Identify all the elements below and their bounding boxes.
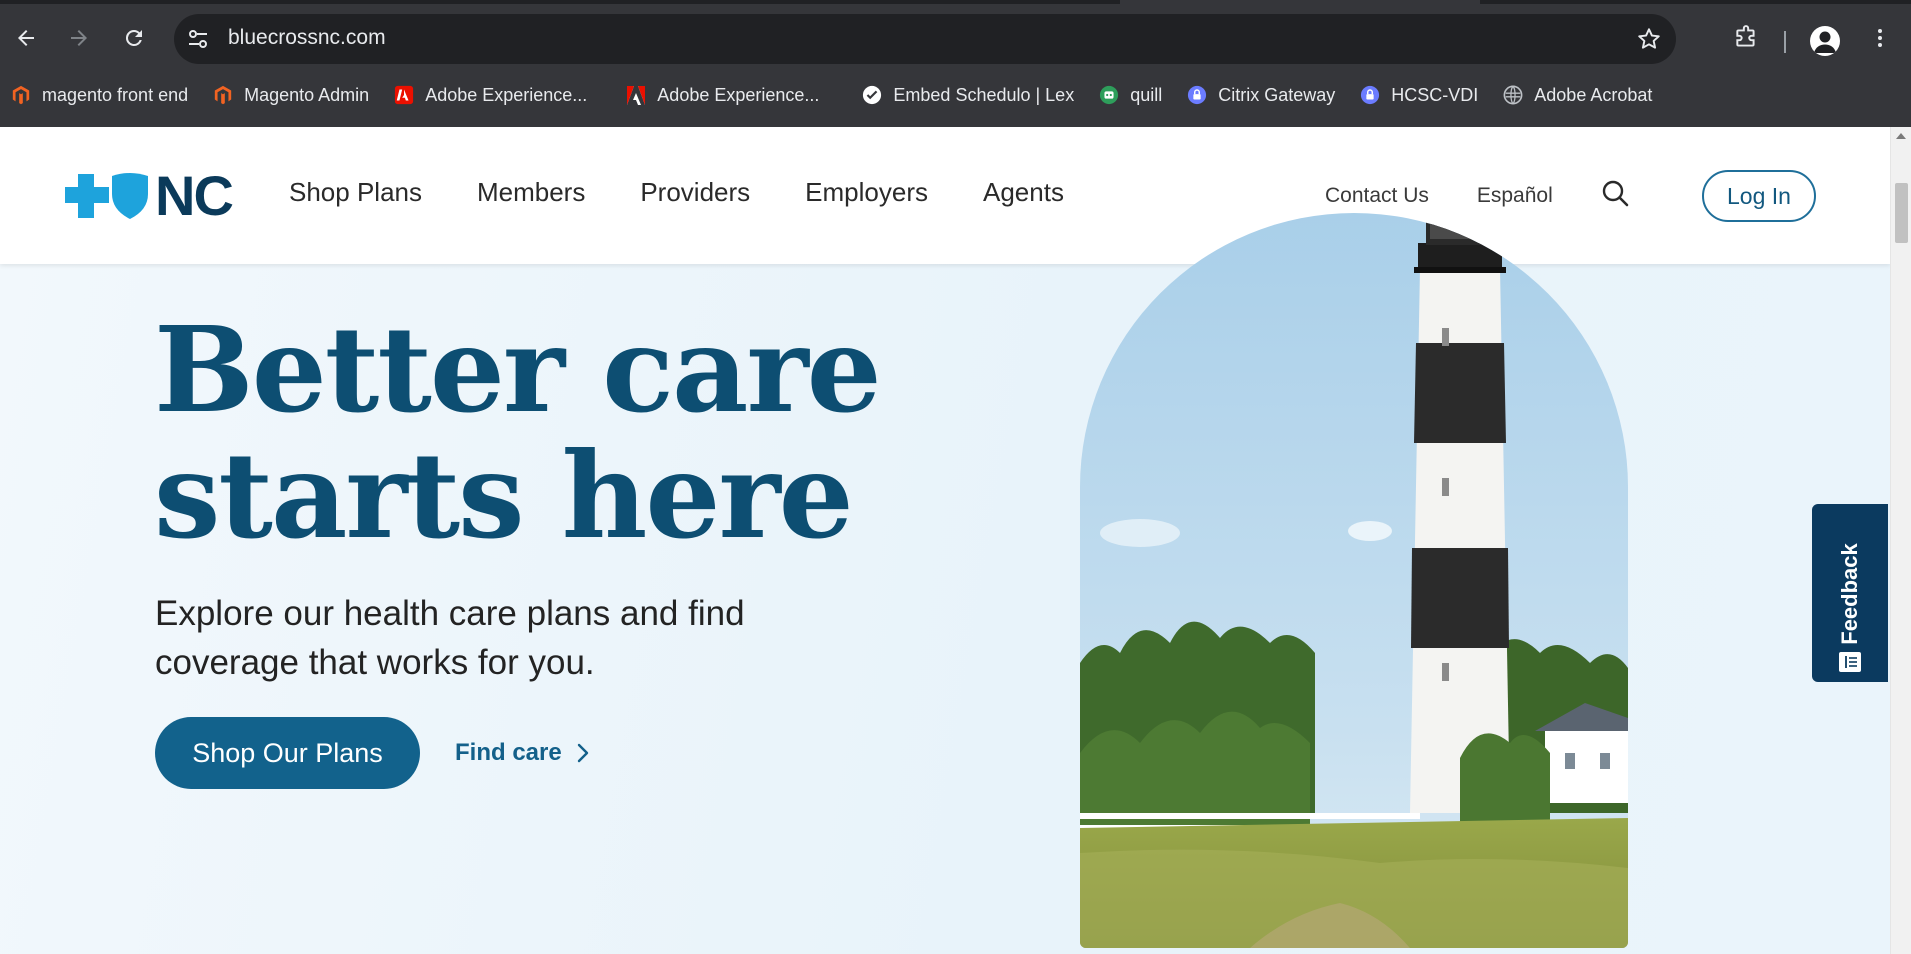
bookmark-label: Adobe Experience... [657, 84, 820, 105]
back-button[interactable] [8, 20, 44, 56]
site-settings-icon[interactable] [186, 27, 210, 51]
forward-button[interactable] [61, 20, 97, 56]
bookmark-label: Adobe Experience... [425, 84, 588, 105]
bookmark-label: magento front end [42, 84, 189, 105]
site-header: NC Shop Plans Members Providers Employer… [0, 127, 1890, 264]
hero-title-line-2: starts here [154, 426, 854, 565]
reload-button[interactable] [116, 20, 152, 56]
feedback-label: Feedback [1837, 543, 1862, 645]
robot-icon [1098, 84, 1120, 106]
hero-title: Better care starts here [154, 300, 882, 565]
nav-providers[interactable]: Providers [640, 177, 750, 208]
globe-icon [1502, 84, 1524, 106]
url-text: bluecrossnc.com [228, 26, 386, 49]
nav-shop-plans[interactable]: Shop Plans [289, 177, 422, 208]
bookmark-item[interactable]: Citrix Gateway [1186, 84, 1335, 106]
bookmark-item[interactable]: HCSC-VDI [1359, 84, 1478, 106]
extensions-button[interactable] [1732, 24, 1760, 52]
scrollbar-thumb[interactable] [1895, 183, 1908, 243]
browser-toolbar: bluecrossnc.com [0, 4, 1911, 74]
bookmark-item[interactable]: Adobe Experience... [625, 84, 819, 106]
lighthouse-illustration [1080, 213, 1628, 948]
browser-chrome: bluecrossnc.com magento front end Magent… [0, 0, 1911, 127]
shop-our-plans-button[interactable]: Shop Our Plans [155, 717, 420, 789]
magento-icon [10, 84, 32, 106]
hero-lighthouse-image [1080, 213, 1628, 948]
profile-avatar[interactable] [1810, 26, 1840, 56]
cross-logo-icon [65, 174, 109, 218]
bookmark-star-icon[interactable] [1636, 26, 1662, 52]
checkmark-icon [861, 84, 883, 106]
find-care-label: Find care [455, 739, 562, 766]
bookmark-item[interactable]: Adobe Acrobat [1502, 84, 1652, 106]
site-logo[interactable]: NC [63, 164, 234, 227]
magento-icon [212, 84, 234, 106]
bookmark-item[interactable]: quill [1098, 84, 1162, 106]
scroll-up-arrow-icon[interactable] [1896, 133, 1906, 139]
chevron-right-icon [577, 743, 588, 763]
adobe-icon [625, 84, 647, 106]
logo-nc-text: NC [155, 164, 234, 227]
nav-employers[interactable]: Employers [805, 177, 928, 208]
language-toggle[interactable]: Español [1477, 184, 1553, 208]
hero-title-line-1: Better care [154, 300, 882, 439]
login-button[interactable]: Log In [1702, 170, 1816, 222]
utility-nav: Contact Us Español [1325, 184, 1553, 208]
lock-icon [1359, 84, 1381, 106]
page-viewport: NC Shop Plans Members Providers Employer… [0, 127, 1911, 954]
bookmark-label: HCSC-VDI [1391, 84, 1479, 105]
main-nav: Shop Plans Members Providers Employers A… [289, 177, 1119, 208]
arrow-right-icon [71, 30, 87, 46]
person-icon [1814, 31, 1836, 53]
bookmark-label: quill [1130, 84, 1163, 105]
adobe-icon [393, 84, 415, 106]
bookmark-item[interactable]: magento front end [10, 84, 188, 106]
feedback-tab[interactable]: Feedback [1812, 504, 1888, 682]
lock-icon [1186, 84, 1208, 106]
bookmark-label: Citrix Gateway [1218, 84, 1336, 105]
bookmark-item[interactable]: Magento Admin [212, 84, 369, 106]
contact-us-link[interactable]: Contact Us [1325, 184, 1429, 208]
reload-icon [125, 29, 142, 46]
bookmark-item[interactable]: Adobe Experience... [393, 84, 587, 106]
find-care-link[interactable]: Find care [455, 739, 590, 767]
shield-logo-icon [112, 173, 148, 219]
kebab-menu-icon [1878, 29, 1882, 47]
bookmark-label: Embed Schedulo | Lex [893, 84, 1075, 105]
address-bar[interactable]: bluecrossnc.com [174, 14, 1676, 64]
page-scrollbar[interactable] [1890, 127, 1911, 954]
toolbar-separator [1784, 31, 1786, 53]
feedback-form-icon [1839, 652, 1861, 672]
browser-menu-button[interactable] [1866, 24, 1894, 52]
search-icon[interactable] [1600, 178, 1630, 208]
bookmark-item[interactable]: Embed Schedulo | Lex [861, 84, 1074, 106]
hero-subtitle: Explore our health care plans and find c… [155, 594, 745, 682]
bookmark-label: Adobe Acrobat [1534, 84, 1653, 105]
bookmark-label: Magento Admin [244, 84, 370, 105]
arrow-left-icon [18, 30, 34, 46]
bookmarks-bar: magento front end Magento Admin Adobe Ex… [0, 78, 1911, 112]
puzzle-icon [1736, 25, 1755, 47]
nav-members[interactable]: Members [477, 177, 585, 208]
nav-agents[interactable]: Agents [983, 177, 1064, 208]
